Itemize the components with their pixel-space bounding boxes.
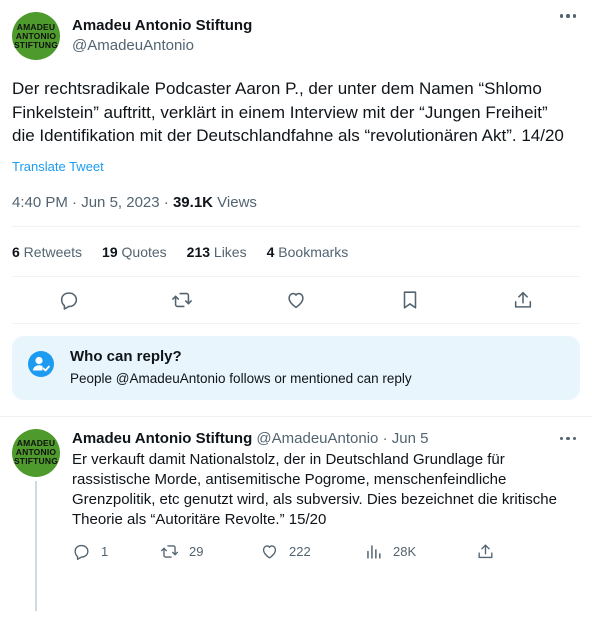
reply-avatar-column: AMADEU ANTONIO STIFTUNG [12, 428, 60, 611]
translate-link[interactable]: Translate Tweet [12, 159, 104, 174]
retweet-icon[interactable] [171, 289, 193, 311]
reply-separator: · [378, 429, 392, 447]
quotes-stat[interactable]: 19 Quotes [102, 244, 167, 260]
bookmark-icon[interactable] [399, 289, 421, 311]
retweets-count: 6 [12, 243, 20, 260]
reply-icon [74, 544, 89, 560]
avatar-text-line-3: STIFTUNG [13, 39, 59, 50]
tweet-header: AMADEU ANTONIO STIFTUNG Amadeu Antonio S… [12, 0, 580, 60]
reply-content: Amadeu Antonio Stiftung @AmadeuAntonio ·… [72, 429, 580, 561]
tweet-date[interactable]: Jun 5, 2023 [81, 194, 159, 211]
like-icon[interactable] [285, 289, 307, 311]
engagement-stats: 6 Retweets 19 Quotes 213 Likes 4 Bookmar… [12, 227, 580, 277]
bookmarks-label: Bookmarks [274, 243, 349, 260]
who-can-reply-box: Who can reply? People @AmadeuAntonio fol… [12, 335, 580, 400]
meta-separator: · [159, 193, 173, 211]
like-count: 222 [289, 543, 311, 559]
likes-label: Likes [210, 243, 247, 260]
person-check-icon [28, 350, 54, 377]
tweet-meta: 4:40 PM · Jun 5, 2023 · 39.1K Views [12, 194, 580, 227]
avatar-text-line-3: STIFTUNG [13, 456, 59, 466]
reply-views-button[interactable]: 28K [364, 542, 476, 561]
like-icon [262, 544, 277, 559]
author-handle[interactable]: @AmadeuAntonio [72, 36, 252, 56]
tweet-actions [12, 277, 580, 324]
reply-share-button[interactable] [476, 542, 495, 561]
reply-header: Amadeu Antonio Stiftung @AmadeuAntonio ·… [72, 429, 580, 449]
retweet-icon [160, 544, 179, 558]
reply-reply-button[interactable]: 1 [72, 542, 160, 561]
share-icon [478, 543, 493, 558]
main-tweet: AMADEU ANTONIO STIFTUNG Amadeu Antonio S… [0, 0, 592, 324]
reply-author-handle[interactable]: @AmadeuAntonio [256, 430, 378, 447]
more-icon[interactable] [559, 14, 576, 18]
retweets-stat[interactable]: 6 Retweets [12, 244, 82, 260]
reply-count: 1 [101, 543, 109, 559]
views-count: 39.1K [172, 193, 213, 211]
views-icon [367, 544, 381, 559]
reply-author-name[interactable]: Amadeu Antonio Stiftung [72, 430, 252, 447]
views-count: 28K [393, 543, 417, 559]
share-icon[interactable] [512, 289, 534, 311]
reply-retweet-button[interactable]: 29 [160, 542, 260, 561]
thread-line [35, 480, 37, 611]
who-can-reply-subtitle: People @AmadeuAntonio follows or mention… [70, 370, 412, 386]
tweet-time[interactable]: 4:40 PM [12, 194, 68, 211]
retweet-count: 29 [189, 543, 204, 559]
section-divider [0, 400, 592, 417]
quotes-count: 19 [102, 243, 118, 260]
tweet-text: Der rechtsradikale Podcaster Aaron P., d… [12, 79, 564, 145]
reply-text: Er verkauft damit Nationalstolz, der in … [72, 450, 557, 528]
views-label: Views [213, 193, 257, 211]
who-can-reply-text: Who can reply? People @AmadeuAntonio fol… [70, 348, 412, 388]
reply-like-button[interactable]: 222 [260, 542, 364, 561]
avatar[interactable]: AMADEU ANTONIO STIFTUNG [12, 428, 60, 477]
reply-icon[interactable] [58, 289, 80, 311]
retweets-label: Retweets [19, 243, 83, 260]
bookmarks-stat[interactable]: 4 Bookmarks [267, 244, 349, 260]
quotes-label: Quotes [117, 243, 167, 260]
likes-count: 213 [186, 243, 211, 260]
avatar[interactable]: AMADEU ANTONIO STIFTUNG [12, 12, 60, 60]
reply-actions: 1 29 222 28K [72, 542, 580, 561]
more-icon[interactable] [559, 436, 576, 440]
author-block: Amadeu Antonio Stiftung @AmadeuAntonio [72, 16, 252, 56]
author-name[interactable]: Amadeu Antonio Stiftung [72, 16, 252, 36]
who-can-reply-title: Who can reply? [70, 347, 182, 365]
reply-date[interactable]: Jun 5 [392, 430, 429, 447]
meta-separator: · [67, 193, 82, 211]
likes-stat[interactable]: 213 Likes [187, 244, 247, 260]
reply-tweet[interactable]: AMADEU ANTONIO STIFTUNG Amadeu Antonio S… [0, 417, 592, 611]
